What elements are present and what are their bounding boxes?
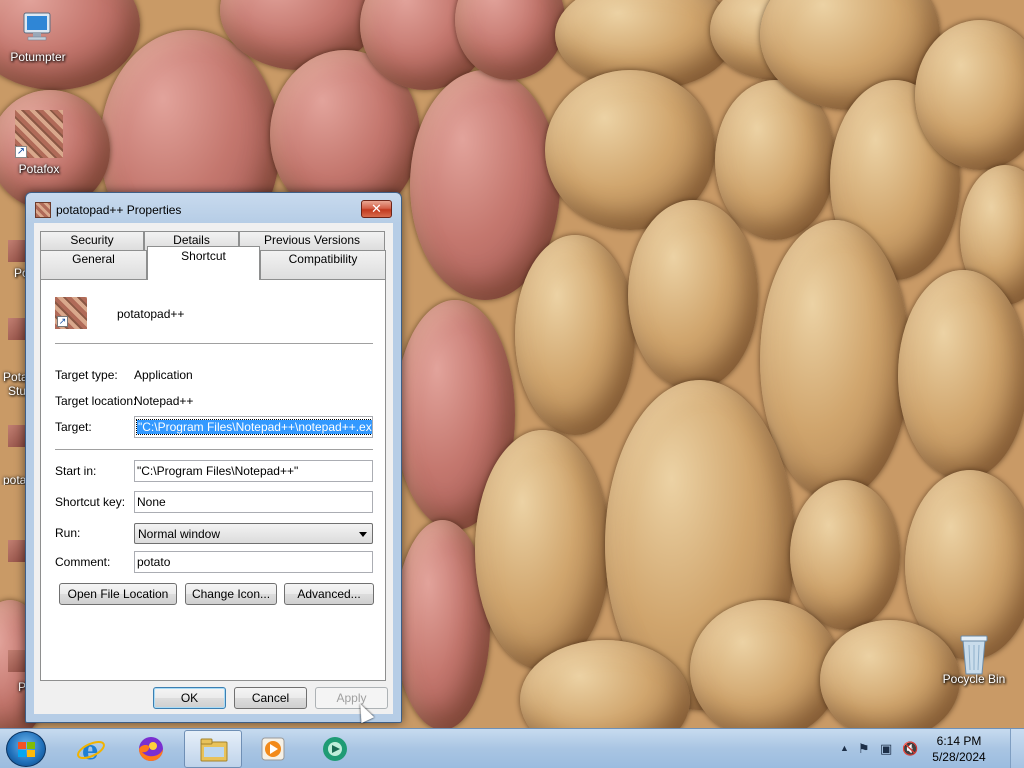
- internet-explorer-icon: e: [77, 736, 105, 763]
- wallpaper-potato: [760, 220, 910, 500]
- cancel-button[interactable]: Cancel: [234, 687, 307, 709]
- properties-dialog[interactable]: potatopad++ Properties ✕ Security Detail…: [25, 192, 402, 723]
- wallpaper-potato: [628, 200, 758, 390]
- desktop-icon-label: pota: [3, 473, 26, 485]
- tab-shortcut[interactable]: Shortcut: [147, 246, 260, 280]
- shortcut-arrow-icon: ↗: [15, 146, 27, 158]
- wallpaper-potato: [475, 430, 610, 670]
- run-select-value: Normal window: [138, 527, 221, 541]
- desktop-icon-partial[interactable]: Po: [0, 240, 26, 300]
- separator: [55, 449, 373, 451]
- shortcut-key-input[interactable]: None: [134, 491, 373, 513]
- close-button[interactable]: ✕: [361, 200, 392, 218]
- target-location-label: Target location:: [55, 394, 137, 408]
- potato-app-icon: [8, 240, 26, 262]
- dialog-title: potatopad++ Properties: [56, 203, 182, 217]
- shortcut-key-label: Shortcut key:: [55, 495, 126, 509]
- tab-general[interactable]: General: [40, 250, 147, 280]
- run-select[interactable]: Normal window: [134, 523, 373, 544]
- desktop-icon-label: Potafox: [18, 162, 60, 176]
- shortcut-name: potatopad++: [117, 307, 185, 321]
- apply-button[interactable]: Apply: [315, 687, 388, 709]
- ok-button[interactable]: OK: [153, 687, 226, 709]
- open-file-location-button[interactable]: Open File Location: [59, 583, 177, 605]
- show-desktop-button[interactable]: [1010, 729, 1024, 768]
- comment-input[interactable]: potato: [134, 551, 373, 573]
- change-icon-button[interactable]: Change Icon...: [185, 583, 277, 605]
- shortcut-tab-panel: ↗ potatopad++ Target type: Application T…: [40, 279, 386, 681]
- desktop-icon-label: Potumpter: [10, 50, 66, 64]
- taskbar-app[interactable]: [306, 730, 364, 768]
- potato-app-icon: [8, 540, 26, 562]
- desktop-icon-label: Stu: [8, 384, 26, 398]
- potato-app-icon: [8, 650, 26, 672]
- desktop-icon-label: Pota: [3, 370, 26, 384]
- network-icon[interactable]: ▣: [880, 741, 892, 757]
- tab-security[interactable]: Security: [40, 231, 144, 250]
- windows-logo-icon: [18, 742, 36, 758]
- volume-muted-icon[interactable]: 🔇: [902, 741, 918, 757]
- shortcut-arrow-icon: ↗: [57, 316, 68, 327]
- potato-app-icon: [35, 202, 51, 218]
- action-center-flag-icon[interactable]: ⚑: [858, 741, 870, 757]
- system-tray: ▲ ⚑ ▣ 🔇 6:14 PM 5/28/2024: [834, 729, 1024, 768]
- run-label: Run:: [55, 526, 81, 540]
- computer-icon: [20, 10, 56, 46]
- start-button[interactable]: [6, 731, 46, 767]
- chevron-down-icon: [359, 532, 367, 537]
- target-type-value: Application: [134, 368, 193, 382]
- taskbar-clock[interactable]: 6:14 PM 5/28/2024: [924, 733, 994, 765]
- clock-time: 6:14 PM: [936, 734, 982, 748]
- wallpaper-potato: [790, 480, 900, 630]
- folder-icon: [200, 738, 228, 762]
- potato-app-icon: ↗: [55, 297, 87, 329]
- firefox-icon: [139, 737, 163, 761]
- show-hidden-icons-chevron-icon[interactable]: ▲: [840, 743, 849, 753]
- dialog-titlebar[interactable]: potatopad++ Properties ✕: [26, 193, 401, 223]
- clock-date: 5/28/2024: [932, 750, 986, 764]
- start-in-input[interactable]: "C:\Program Files\Notepad++": [134, 460, 373, 482]
- close-icon: ✕: [371, 201, 382, 216]
- advanced-button[interactable]: Advanced...: [284, 583, 374, 605]
- taskbar-media-player[interactable]: [244, 730, 302, 768]
- wallpaper-potato: [690, 600, 840, 728]
- app-circle-icon: [323, 737, 347, 761]
- media-player-icon: [261, 737, 285, 761]
- tab-compatibility[interactable]: Compatibility: [260, 250, 386, 280]
- separator: [55, 343, 373, 345]
- desktop-icon-partial[interactable]: [0, 540, 26, 600]
- desktop-icon-computer[interactable]: Potumpter: [0, 10, 76, 64]
- potato-app-icon: [8, 318, 26, 340]
- taskbar: e ▲ ⚑ ▣ 🔇 6:14 PM 5/28/2024: [0, 728, 1024, 768]
- desktop-icon-partial[interactable]: pota: [0, 425, 26, 485]
- desktop-icon-partial[interactable]: Pota Stu: [0, 318, 26, 402]
- start-in-label: Start in:: [55, 464, 97, 478]
- target-location-value: Notepad++: [134, 394, 194, 408]
- potato-app-icon: ↗: [15, 110, 63, 158]
- tab-previous-versions[interactable]: Previous Versions: [239, 231, 385, 250]
- wallpaper-potato: [898, 270, 1024, 480]
- recycle-bin-icon: [956, 632, 992, 675]
- dialog-client-area: Security Details Previous Versions Gener…: [34, 223, 393, 714]
- target-type-label: Target type:: [55, 368, 118, 382]
- target-input-selected-text: "C:\Program Files\Notepad++\notepad++.ex…: [136, 419, 372, 435]
- target-label: Target:: [55, 420, 92, 434]
- target-input[interactable]: "C:\Program Files\Notepad++\notepad++.ex…: [134, 416, 373, 438]
- desktop-icon-recycle-bin[interactable]: Pocycle Bin: [936, 632, 1012, 686]
- comment-label: Comment:: [55, 555, 111, 569]
- taskbar-file-explorer[interactable]: [184, 730, 242, 768]
- wallpaper-potato: [515, 235, 635, 435]
- desktop-icon-potafox[interactable]: ↗ Potafox: [1, 110, 77, 176]
- taskbar-internet-explorer[interactable]: e: [62, 730, 120, 768]
- potato-app-icon: [8, 425, 26, 447]
- desktop-icon-partial[interactable]: P: [0, 650, 26, 710]
- taskbar-firefox[interactable]: [122, 730, 180, 768]
